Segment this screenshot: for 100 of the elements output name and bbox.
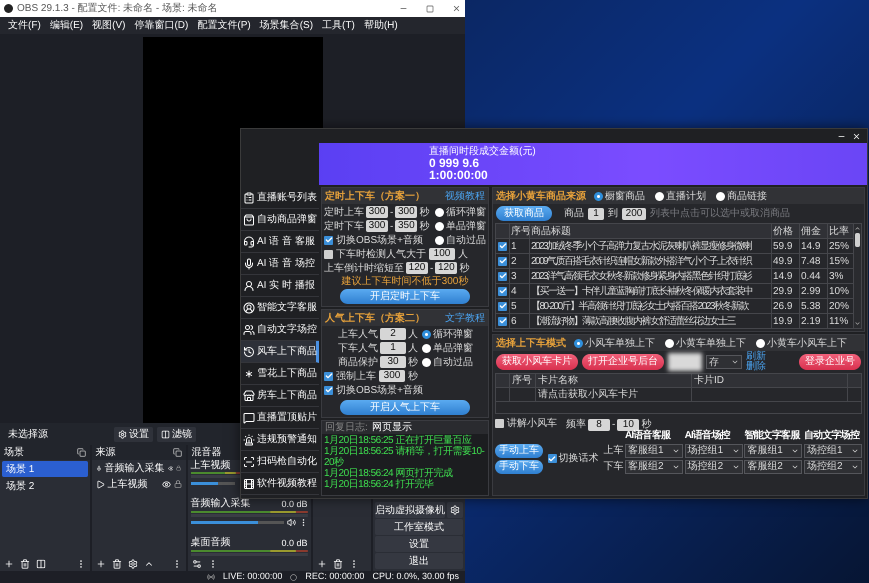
group-dropdown[interactable]: 场控组1 bbox=[804, 444, 862, 458]
checkbox[interactable] bbox=[324, 386, 333, 394]
checkbox[interactable] bbox=[548, 454, 557, 463]
input-field[interactable]: 300 bbox=[379, 370, 405, 382]
nav-item[interactable]: 扫码枪自动化 bbox=[241, 451, 319, 473]
radio-button[interactable] bbox=[422, 344, 431, 352]
checkbox[interactable] bbox=[498, 242, 507, 250]
trash-icon[interactable] bbox=[332, 558, 343, 568]
input-field[interactable]: 1 bbox=[380, 342, 406, 354]
input-field[interactable]: 2 bbox=[380, 328, 406, 340]
checkbox[interactable] bbox=[498, 286, 507, 296]
lock-icon[interactable] bbox=[174, 480, 182, 488]
trash-icon[interactable] bbox=[112, 558, 122, 568]
scrollbar[interactable] bbox=[854, 224, 862, 329]
group-dropdown[interactable]: 客服组1 bbox=[624, 444, 683, 458]
menu-item[interactable]: 视图(V) bbox=[92, 18, 126, 33]
checkbox[interactable] bbox=[498, 302, 507, 310]
float-icon[interactable] bbox=[172, 448, 182, 457]
radio-button[interactable] bbox=[435, 208, 444, 216]
input-field[interactable]: 300 bbox=[366, 220, 388, 232]
checkbox[interactable] bbox=[324, 372, 333, 380]
filters-button[interactable]: 滤镜 bbox=[157, 426, 196, 442]
control-button[interactable]: 工作室模式 bbox=[375, 519, 463, 535]
checkbox[interactable] bbox=[324, 236, 333, 244]
radio-button[interactable] bbox=[435, 222, 444, 230]
nav-item[interactable]: 自动商品弹窗 bbox=[241, 209, 319, 231]
input-field[interactable]: 350 bbox=[395, 220, 418, 232]
nav-item[interactable]: 直播置顶贴片 bbox=[241, 407, 319, 429]
speaker-icon[interactable] bbox=[286, 518, 296, 526]
menu-item[interactable]: 场景集合(S) bbox=[260, 18, 314, 33]
nav-item[interactable]: AI 实 时 播报 bbox=[241, 275, 319, 297]
float-icon[interactable] bbox=[76, 448, 86, 457]
radio-button[interactable] bbox=[756, 338, 765, 348]
open-backend-button[interactable]: 打开企业号后台 bbox=[582, 354, 664, 370]
add-icon[interactable] bbox=[316, 558, 327, 568]
nav-item[interactable]: 房车上下商品 bbox=[241, 385, 319, 407]
control-button[interactable]: 设置 bbox=[375, 536, 463, 552]
fetch-card-button[interactable]: 获取小风车卡片 bbox=[496, 354, 578, 370]
input-field[interactable]: 8 bbox=[588, 418, 610, 430]
login-button[interactable]: 登录企业号 bbox=[799, 354, 861, 370]
nav-item[interactable]: 智能文字客服 bbox=[241, 297, 319, 319]
visibility-icon[interactable] bbox=[162, 480, 171, 488]
group-dropdown[interactable]: 场控组1 bbox=[684, 444, 743, 458]
group-dropdown[interactable]: 客服组1 bbox=[744, 444, 802, 458]
input-field[interactable]: 10 bbox=[617, 418, 640, 430]
input-field[interactable]: 300 bbox=[395, 206, 418, 218]
maximize-icon[interactable] bbox=[426, 4, 434, 12]
input-field[interactable]: 100 bbox=[429, 248, 455, 260]
input-field[interactable]: 30 bbox=[380, 356, 406, 368]
group-dropdown[interactable]: 场控组2 bbox=[804, 460, 862, 474]
scene-item[interactable]: 场景 1 bbox=[2, 461, 88, 477]
radio-button[interactable] bbox=[665, 338, 674, 348]
volume-slider[interactable] bbox=[190, 482, 235, 484]
refresh-link[interactable]: 刷新 bbox=[746, 352, 766, 362]
nav-item[interactable]: 软件视频教程 bbox=[241, 473, 319, 495]
checkbox[interactable] bbox=[495, 418, 504, 428]
group-dropdown[interactable]: 客服组2 bbox=[744, 460, 802, 474]
checkbox[interactable] bbox=[324, 250, 333, 258]
delete-link[interactable]: 删除 bbox=[746, 362, 766, 372]
checkbox[interactable] bbox=[498, 272, 507, 280]
menu-item[interactable]: 配置文件(P) bbox=[197, 18, 251, 33]
account-dropdown[interactable]: 存 bbox=[706, 355, 742, 369]
radio-button[interactable] bbox=[594, 192, 603, 200]
lock-icon[interactable] bbox=[176, 464, 182, 472]
radio-button[interactable] bbox=[655, 192, 664, 200]
radio-button[interactable] bbox=[435, 236, 444, 244]
radio-button[interactable] bbox=[422, 330, 431, 338]
tutorial-link[interactable]: 文字教程 bbox=[445, 310, 485, 326]
source-item[interactable]: 上车视频 bbox=[108, 476, 159, 492]
add-icon[interactable] bbox=[4, 558, 14, 568]
nav-item[interactable]: AI 语 音 场控 bbox=[241, 253, 319, 275]
input-field[interactable]: 1 bbox=[588, 208, 604, 220]
control-button[interactable]: 退出 bbox=[375, 553, 463, 569]
trash-icon[interactable] bbox=[20, 558, 30, 568]
filter-icon[interactable] bbox=[36, 558, 46, 568]
menu-item[interactable]: 文件(F) bbox=[8, 18, 41, 33]
nav-item[interactable]: AI 语 音 客服 bbox=[241, 231, 319, 253]
settings-button[interactable]: 设置 bbox=[114, 426, 153, 442]
input-field[interactable]: 120 bbox=[435, 262, 458, 274]
nav-item[interactable]: 违规预警通知 bbox=[241, 429, 319, 451]
menu-item[interactable]: 编辑(E) bbox=[50, 18, 84, 33]
nav-item[interactable]: 雪花上下商品 bbox=[241, 363, 319, 385]
radio-button[interactable] bbox=[422, 358, 431, 366]
log-tab[interactable]: 网页显示 bbox=[372, 420, 412, 435]
log-tab[interactable]: 回复日志: bbox=[325, 420, 368, 435]
menu-item[interactable]: 工具(T) bbox=[322, 18, 355, 33]
group-dropdown[interactable]: 场控组2 bbox=[684, 460, 743, 474]
radio-button[interactable] bbox=[716, 192, 725, 200]
add-icon[interactable] bbox=[96, 558, 106, 568]
input-field[interactable]: 200 bbox=[622, 208, 646, 220]
scrollbar-thumb[interactable] bbox=[855, 233, 860, 247]
menu-item[interactable]: 帮助(H) bbox=[364, 18, 398, 33]
close-icon[interactable] bbox=[452, 4, 461, 13]
volume-slider[interactable] bbox=[190, 520, 284, 524]
radio-button[interactable] bbox=[574, 338, 583, 348]
checkbox[interactable] bbox=[498, 316, 507, 326]
nav-item[interactable]: 直播账号列表 bbox=[241, 187, 319, 209]
source-item[interactable]: 音频输入采集 bbox=[104, 460, 165, 476]
scene-item[interactable]: 场景 2 bbox=[2, 478, 88, 494]
input-field[interactable]: 120 bbox=[406, 262, 428, 274]
